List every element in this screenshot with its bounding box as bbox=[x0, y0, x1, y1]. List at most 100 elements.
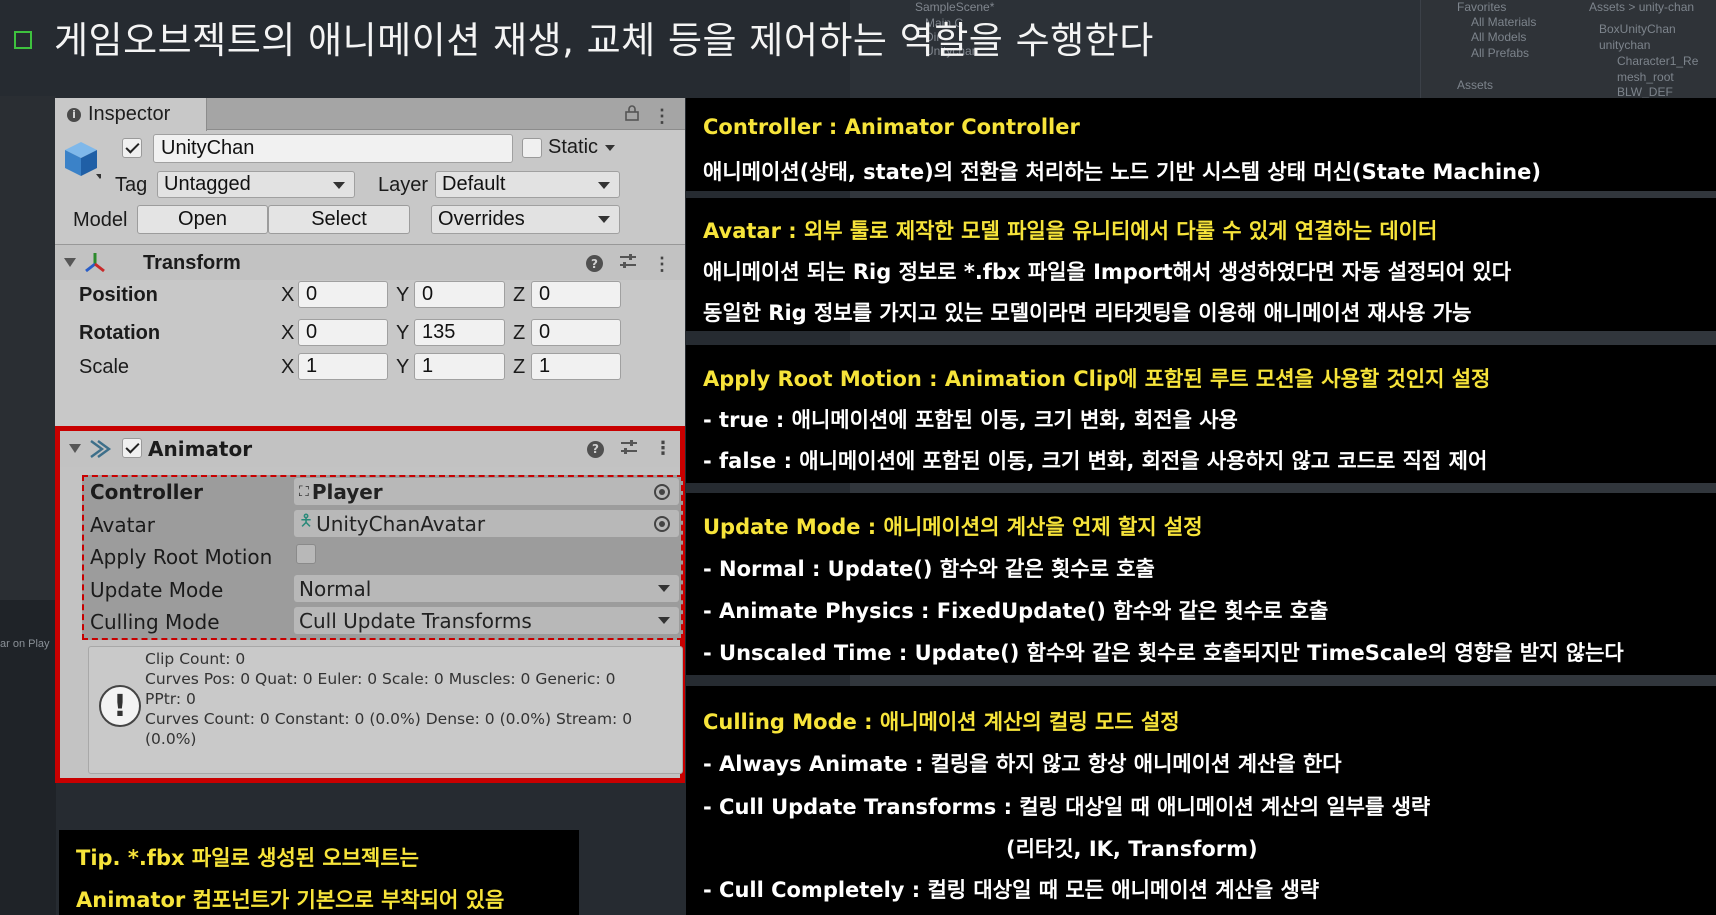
controller-field[interactable]: ⛶ Player bbox=[294, 478, 679, 505]
rotation-x-input[interactable]: 0 bbox=[298, 319, 388, 346]
scale-y-input[interactable]: 1 bbox=[414, 353, 505, 380]
bg-project-row: Assets bbox=[1457, 78, 1494, 92]
position-label: Position bbox=[79, 284, 158, 306]
tip-line: Tip. *.fbx 파일로 생성된 오브젝트는 bbox=[76, 846, 419, 870]
object-picker-icon[interactable] bbox=[654, 516, 670, 532]
transform-title: Transform bbox=[143, 252, 241, 274]
model-select-button[interactable]: Select bbox=[268, 205, 410, 234]
panel-controller-title: Controller : Animator Controller bbox=[703, 115, 1080, 139]
axis-x-label: X bbox=[281, 356, 295, 378]
heading-text: 게임오브젝트의 애니메이션 재생, 교체 등을 제어하는 역할을 수행한다 bbox=[54, 19, 1154, 62]
panel-root-motion-line: - false : 애니메이션에 포함된 이동, 크기 변화, 회전을 사용하지… bbox=[703, 449, 1488, 473]
layer-dropdown[interactable]: Default bbox=[435, 171, 620, 198]
square-bullet-icon bbox=[14, 31, 32, 49]
help-line: Clip Count: 0 bbox=[145, 650, 246, 668]
object-name-input[interactable]: UnityChan bbox=[153, 134, 513, 163]
help-icon[interactable]: ? bbox=[586, 255, 603, 272]
axis-z-label: Z bbox=[513, 284, 526, 306]
controller-label: Controller bbox=[90, 480, 203, 504]
transform-menu-kebab-icon[interactable]: ⋮ bbox=[653, 255, 671, 273]
panel-culling-mode-line: (리타깃, IK, Transform) bbox=[1006, 837, 1258, 861]
scale-x-input[interactable]: 1 bbox=[298, 353, 388, 380]
bg-project-row: mesh_root bbox=[1617, 70, 1674, 84]
animator-enabled-checkbox[interactable] bbox=[122, 438, 142, 458]
bg-project-row: Favorites bbox=[1457, 0, 1507, 14]
bg-project-row: All Models bbox=[1471, 30, 1527, 44]
info-icon: i bbox=[67, 107, 81, 122]
bg-project-row: Assets > unity-chan bbox=[1589, 0, 1695, 14]
avatar-field[interactable]: 🯅 UnityChanAvatar bbox=[294, 510, 679, 537]
model-open-button[interactable]: Open bbox=[137, 205, 268, 234]
bg-project-row: Character1_Re bbox=[1617, 54, 1699, 68]
animator-info-box: ! Clip Count: 0 Curves Pos: 0 Quat: 0 Eu… bbox=[88, 646, 683, 774]
animator-header-tools: ? ⋮ bbox=[587, 439, 672, 459]
avatar-label: Avatar bbox=[90, 513, 155, 537]
axis-x-label: X bbox=[281, 322, 295, 344]
foldout-arrow-icon[interactable] bbox=[69, 444, 81, 453]
overrides-label: Overrides bbox=[438, 208, 525, 230]
static-label: Static bbox=[548, 136, 599, 158]
tab-menu-kebab-icon[interactable]: ⋮ bbox=[653, 107, 671, 125]
tag-dropdown[interactable]: Untagged bbox=[157, 171, 355, 198]
update-mode-dropdown[interactable]: Normal bbox=[294, 575, 679, 602]
background-left-panel bbox=[0, 96, 56, 600]
bg-project-row: unitychan bbox=[1599, 38, 1651, 52]
axis-z-label: Z bbox=[513, 356, 526, 378]
axis-z-label: Z bbox=[513, 322, 526, 344]
rotation-y-input[interactable]: 135 bbox=[414, 319, 505, 346]
tip-box: Tip. *.fbx 파일로 생성된 오브젝트는 Animator 컴포넌트가 … bbox=[59, 830, 579, 915]
background-project-panel: Favorites All Materials All Models All P… bbox=[1420, 0, 1716, 99]
animator-title: Animator bbox=[148, 437, 253, 461]
culling-mode-dropdown[interactable]: Cull Update Transforms bbox=[294, 607, 679, 634]
panel-update-mode: Update Mode : 애니메이션의 계산을 언제 할지 설정 - Norm… bbox=[686, 493, 1716, 675]
static-checkbox[interactable] bbox=[522, 138, 542, 158]
tip-line: Animator 컴포넌트가 기본으로 부착되어 있음 bbox=[76, 888, 505, 912]
rotation-label: Rotation bbox=[79, 322, 161, 344]
animator-icon bbox=[88, 437, 112, 465]
transform-header-tools: ? ⋮ bbox=[586, 253, 671, 274]
rotation-z-input[interactable]: 0 bbox=[531, 319, 621, 346]
foldout-arrow-icon[interactable] bbox=[64, 258, 76, 267]
presets-icon[interactable] bbox=[620, 439, 638, 459]
gameobject-cube-icon bbox=[63, 140, 104, 185]
lock-icon[interactable] bbox=[625, 105, 639, 126]
scale-z-input[interactable]: 1 bbox=[531, 353, 621, 380]
chevron-down-icon bbox=[658, 617, 670, 624]
panel-update-mode-line: - Normal : Update() 함수와 같은 횟수로 호출 bbox=[703, 557, 1155, 581]
panel-avatar-line: 애니메이션 되는 Rig 정보로 *.fbx 파일을 Import해서 생성하였… bbox=[703, 260, 1512, 284]
active-checkbox[interactable] bbox=[122, 138, 142, 158]
tab-inspector-label: Inspector bbox=[88, 103, 171, 125]
position-z-input[interactable]: 0 bbox=[531, 281, 621, 308]
presets-icon[interactable] bbox=[619, 253, 637, 274]
chevron-down-icon bbox=[598, 182, 610, 189]
panel-culling-mode-line: - Always Animate : 컬링을 하지 않고 항상 애니메이션 계산… bbox=[703, 752, 1342, 776]
chevron-down-icon bbox=[333, 182, 345, 189]
avatar-icon: 🯅 bbox=[299, 511, 314, 530]
position-y-input[interactable]: 0 bbox=[414, 281, 505, 308]
panel-culling-mode-line: - Cull Completely : 컬링 대상일 때 모든 애니메이션 계산… bbox=[703, 878, 1320, 902]
background-left-strip: ar on Play bbox=[0, 600, 56, 915]
tag-label: Tag bbox=[115, 174, 148, 196]
animator-header[interactable]: Animator ? ⋮ bbox=[60, 431, 680, 467]
transform-header[interactable]: Transform ? ⋮ bbox=[55, 244, 685, 280]
panel-culling-mode-line: - Cull Update Transforms : 컬링 대상일 때 애니메이… bbox=[703, 795, 1431, 819]
tag-value: Untagged bbox=[164, 173, 251, 195]
apply-root-motion-checkbox[interactable] bbox=[296, 544, 316, 564]
apply-root-motion-label: Apply Root Motion bbox=[90, 545, 273, 569]
object-picker-icon[interactable] bbox=[654, 484, 670, 500]
panel-avatar-title: Avatar : 외부 툴로 제작한 모델 파일을 유니티에서 다룰 수 있게 … bbox=[703, 219, 1438, 243]
tab-inspector[interactable]: i Inspector bbox=[55, 98, 207, 131]
panel-root-motion: Apply Root Motion : Animation Clip에 포함된 … bbox=[686, 345, 1716, 483]
panel-avatar: Avatar : 외부 툴로 제작한 모델 파일을 유니티에서 다룰 수 있게 … bbox=[686, 198, 1716, 331]
panel-controller-line: 애니메이션(상태, state)의 전환을 처리하는 노드 기반 시스템 상태 … bbox=[703, 160, 1541, 184]
static-dropdown-arrow-icon[interactable] bbox=[605, 145, 615, 151]
animator-menu-kebab-icon[interactable]: ⋮ bbox=[654, 440, 672, 458]
help-line: (0.0%) bbox=[145, 730, 197, 748]
overrides-dropdown[interactable]: Overrides bbox=[431, 205, 620, 234]
position-x-input[interactable]: 0 bbox=[298, 281, 388, 308]
slide-heading: 게임오브젝트의 애니메이션 재생, 교체 등을 제어하는 역할을 수행한다 bbox=[14, 12, 1154, 62]
panel-root-motion-line: - true : 애니메이션에 포함된 이동, 크기 변화, 회전을 사용 bbox=[703, 408, 1238, 432]
help-icon[interactable]: ? bbox=[587, 440, 604, 458]
update-mode-value: Normal bbox=[299, 576, 372, 601]
bg-left-strip-text: ar on Play bbox=[0, 638, 50, 650]
